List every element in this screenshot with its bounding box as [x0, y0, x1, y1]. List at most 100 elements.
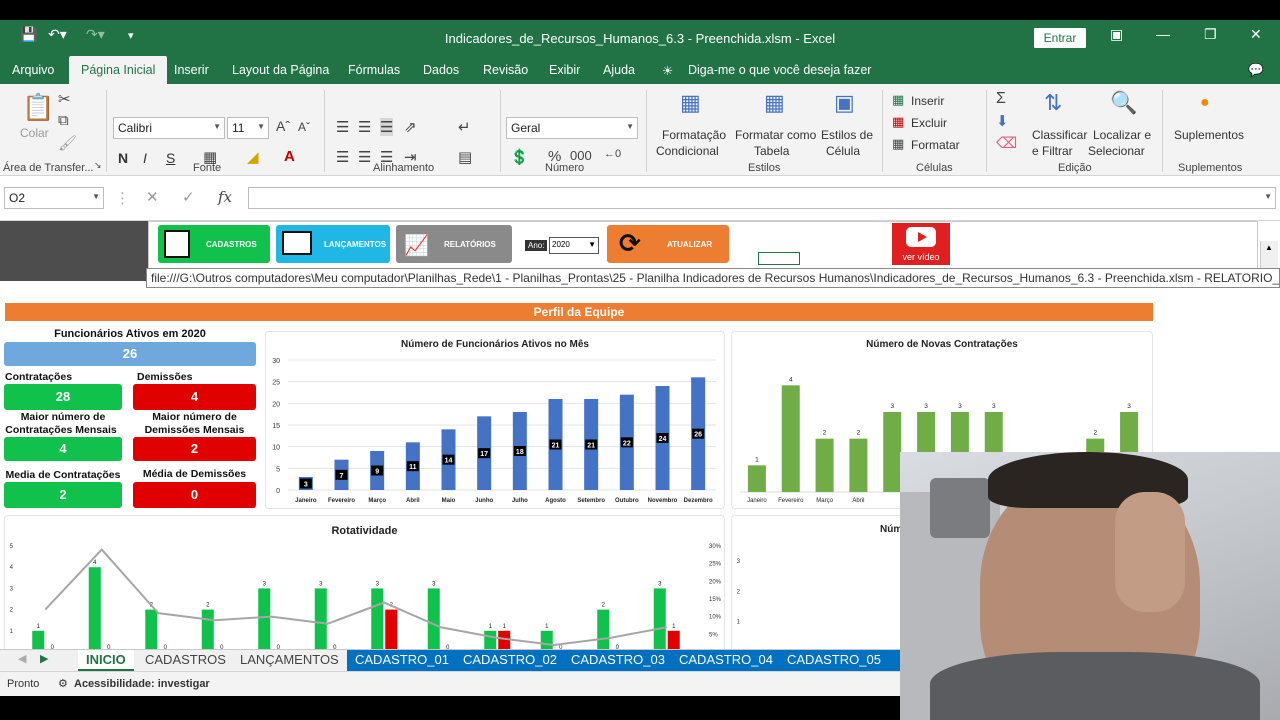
align-bottom-icon[interactable]: ☰ [380, 118, 394, 136]
clipboard-launcher-icon[interactable]: ↘ [94, 160, 102, 171]
formula-input[interactable]: ▼ [248, 187, 1276, 209]
sheet-tab-cadastro-01[interactable]: CADASTRO_01 [347, 650, 457, 671]
fill-icon[interactable]: ⬇ [996, 112, 1009, 130]
conditional-format-icon[interactable]: ▦ [680, 90, 701, 116]
selected-cell[interactable] [758, 252, 800, 265]
format-table-icon[interactable]: ▦ [764, 90, 785, 116]
conditional-format-label-2[interactable]: Condicional [656, 144, 719, 158]
format-painter-icon[interactable]: 🖌 [58, 134, 77, 152]
conditional-format-label[interactable]: Formatação [662, 128, 726, 142]
tab-arquivo[interactable]: Arquivo [12, 63, 54, 77]
currency-icon[interactable]: 💲 [510, 148, 529, 166]
sheet-tab-inicio[interactable]: INICIO [78, 650, 134, 671]
shrink-font-icon[interactable]: Aˇ [298, 120, 310, 134]
grow-font-icon[interactable]: Aˆ [276, 118, 290, 134]
italic-button[interactable]: I [143, 150, 147, 166]
tab-exibir[interactable]: Exibir [549, 63, 580, 77]
tab-ajuda[interactable]: Ajuda [603, 63, 635, 77]
autosum-icon[interactable]: Σ [996, 90, 1006, 108]
delete-cells-button[interactable]: Excluir [911, 116, 947, 130]
restore-icon[interactable]: ❐ [1204, 26, 1217, 43]
tab-inserir[interactable]: Inserir [174, 63, 209, 77]
sign-in-button[interactable]: Entrar [1034, 28, 1086, 48]
find-select-label-2[interactable]: Selecionar [1088, 144, 1145, 158]
x-tick-label: Julho [512, 498, 528, 504]
sort-filter-label-2[interactable]: e Filtrar [1032, 144, 1073, 158]
video-button[interactable]: ver vídeo [892, 223, 950, 265]
orientation-icon[interactable]: ⇗ [404, 118, 417, 136]
sheet-tab-lancamentos[interactable]: LANÇAMENTOS [232, 650, 347, 671]
tab-formulas[interactable]: Fórmulas [348, 63, 400, 77]
bold-button[interactable]: N [118, 150, 128, 166]
paste-icon[interactable]: 📋 [22, 92, 54, 123]
window-title: Indicadores_de_Recursos_Humanos_6.3 - Pr… [444, 31, 836, 46]
sort-filter-icon[interactable]: ⇅ [1044, 90, 1062, 116]
enter-icon[interactable]: ✓ [182, 188, 195, 206]
cell-styles-label[interactable]: Estilos de [821, 128, 873, 142]
formula-bar: O2 ▼ ⋮ ✕ ✓ fx ▼ [0, 177, 1280, 221]
number-format-select[interactable]: Geral ▼ [506, 117, 638, 139]
comments-icon[interactable]: 💬 [1248, 63, 1264, 78]
year-select[interactable]: 2020 ▼ [549, 237, 599, 254]
addins-icon[interactable]: ● [1200, 94, 1210, 112]
scroll-up-icon[interactable]: ▲ [1265, 243, 1273, 252]
comma-style-icon[interactable]: 000 [570, 148, 592, 163]
font-size-select[interactable]: 11 ▼ [227, 117, 269, 139]
increase-decimal-icon[interactable]: ←0 [604, 148, 621, 160]
tell-me-input[interactable]: Diga-me o que você deseja fazer [688, 63, 871, 77]
scroll-right-icon[interactable]: ▶ [40, 652, 48, 665]
fill-color-icon[interactable]: ◢ [247, 148, 259, 166]
align-middle-icon[interactable]: ☰ [358, 118, 371, 136]
addins-button[interactable]: Suplementos [1174, 128, 1244, 142]
insert-cells-icon[interactable]: ▦ [892, 92, 904, 108]
person-shirt [930, 652, 1260, 720]
ribbon-display-icon[interactable]: ▣ [1110, 26, 1123, 43]
format-cells-icon[interactable]: ▦ [892, 136, 904, 152]
data-label: 3 [658, 581, 662, 587]
find-icon[interactable]: 🔍 [1110, 90, 1137, 116]
cadastros-button[interactable]: CADASTROS [158, 225, 270, 263]
close-icon[interactable]: ✕ [1250, 26, 1262, 43]
cancel-icon[interactable]: ✕ [146, 188, 159, 206]
cell-styles-icon[interactable]: ▣ [834, 90, 855, 116]
sort-filter-label[interactable]: Classificar [1032, 128, 1087, 142]
format-table-label-2[interactable]: Tabela [754, 144, 789, 158]
sheet-tab-cadastros[interactable]: CADASTROS [137, 650, 234, 671]
scroll-left-icon[interactable]: ◀ [18, 652, 26, 665]
format-table-label[interactable]: Formatar como [735, 128, 816, 142]
atualizar-button[interactable]: ⟳ ATUALIZAR [607, 225, 729, 263]
tab-pagina-inicial[interactable]: Página Inicial [69, 56, 168, 84]
tab-dados[interactable]: Dados [423, 63, 459, 77]
font-name-select[interactable]: Calibri ▼ [113, 117, 225, 139]
clear-icon[interactable]: ⌫ [996, 134, 1017, 152]
copy-icon[interactable]: ⧉ [58, 112, 69, 129]
align-top-icon[interactable]: ☰ [336, 118, 349, 136]
minimize-icon[interactable]: — [1156, 26, 1170, 42]
sheet-tab-cadastro-04[interactable]: CADASTRO_04 [671, 650, 781, 671]
sheet-tab-cadastro-05[interactable]: CADASTRO_05 [779, 650, 889, 671]
cut-icon[interactable]: ✂ [58, 90, 71, 108]
merge-center-icon[interactable]: ▤ [458, 148, 472, 166]
wrap-text-icon[interactable]: ↵ [458, 118, 471, 136]
accessibility-status[interactable]: Acessibilidade: investigar [74, 678, 210, 690]
cell-styles-label-2[interactable]: Célula [826, 144, 860, 158]
underline-button[interactable]: S [166, 150, 175, 166]
name-box[interactable]: O2 ▼ [4, 187, 104, 209]
font-color-icon[interactable]: A [284, 148, 295, 165]
relatorios-button[interactable]: 📈 RELATÓRIOS [396, 225, 512, 263]
align-center-icon[interactable]: ☰ [358, 148, 371, 166]
person-hand [1115, 492, 1185, 612]
delete-cells-icon[interactable]: ▦ [892, 114, 904, 130]
insert-function-icon[interactable]: fx [218, 188, 232, 206]
format-cells-button[interactable]: Formatar [911, 138, 960, 152]
insert-cells-button[interactable]: Inserir [911, 94, 944, 108]
tab-layout[interactable]: Layout da Página [232, 63, 329, 77]
find-select-label[interactable]: Localizar e [1093, 128, 1151, 142]
sheet-tab-cadastro-02[interactable]: CADASTRO_02 [455, 650, 565, 671]
lancamentos-button[interactable]: LANÇAMENTOS [276, 225, 390, 263]
y-tick-label: 2 [10, 608, 14, 614]
align-left-icon[interactable]: ☰ [336, 148, 349, 166]
tab-revisao[interactable]: Revisão [483, 63, 528, 77]
cadastros-label: CADASTROS [206, 240, 257, 249]
sheet-tab-cadastro-03[interactable]: CADASTRO_03 [563, 650, 673, 671]
